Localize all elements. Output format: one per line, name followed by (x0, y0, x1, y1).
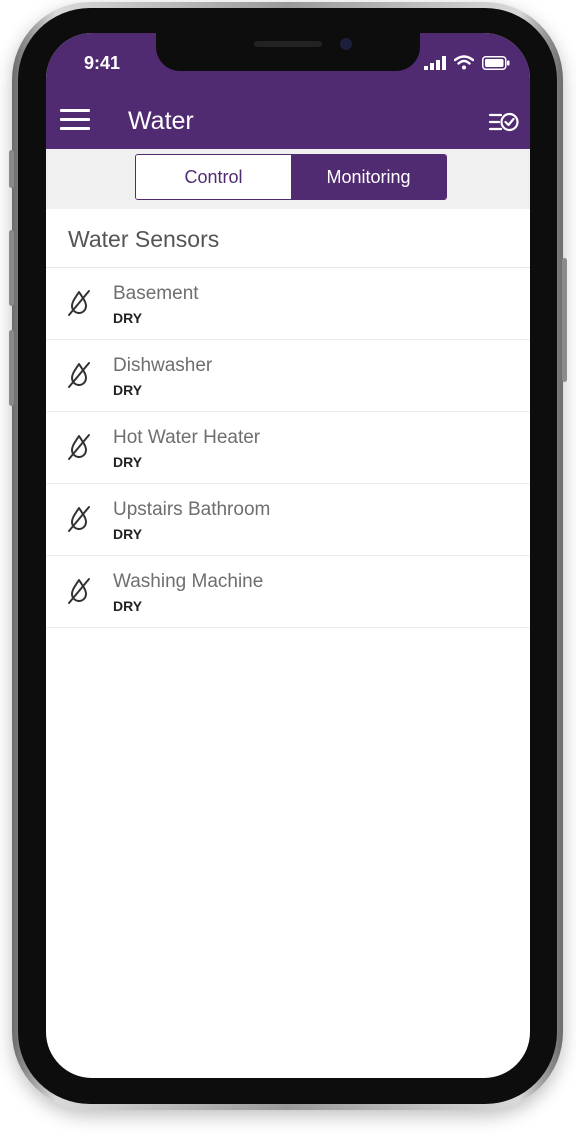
silent-switch (9, 150, 14, 188)
water-drop-off-icon (68, 578, 90, 604)
status-icons (424, 55, 510, 70)
volume-up-button (9, 230, 14, 306)
water-drop-off-icon (68, 290, 90, 316)
section-title: Water Sensors (68, 226, 220, 252)
hamburger-menu-icon[interactable] (60, 109, 90, 133)
segmented-control: Control Monitoring (135, 154, 447, 200)
signal-icon (424, 55, 446, 70)
notch-speaker (254, 41, 322, 47)
power-button (562, 258, 567, 382)
sensor-name: Washing Machine (113, 571, 264, 592)
water-drop-off-icon (68, 506, 90, 532)
tab-control[interactable]: Control (136, 155, 291, 199)
water-drop-off-icon (68, 362, 90, 388)
segment-area: Control Monitoring (46, 149, 530, 209)
status-time: 9:41 (84, 53, 121, 73)
sensor-list: Basement DRY Dishwasher DRY Hot Water He… (46, 268, 530, 628)
sensor-row-basement[interactable]: Basement DRY (46, 268, 530, 340)
sensor-name: Dishwasher (113, 355, 213, 376)
checklist-icon[interactable] (488, 107, 520, 137)
sensor-status: DRY (113, 526, 143, 542)
volume-down-button (9, 330, 14, 406)
page-title: Water (128, 107, 194, 135)
sensor-status: DRY (113, 310, 143, 326)
phone-screen: 9:41 Water Control Monitoring Water Sens… (46, 33, 530, 1078)
water-drop-off-icon (68, 434, 90, 460)
sensor-name: Upstairs Bathroom (113, 499, 271, 520)
sensor-status: DRY (113, 454, 143, 470)
sensor-row-washing-machine[interactable]: Washing Machine DRY (46, 556, 530, 628)
wifi-icon (454, 55, 474, 70)
sensor-row-hot-water-heater[interactable]: Hot Water Heater DRY (46, 412, 530, 484)
phone-notch (156, 33, 420, 71)
sensor-row-upstairs-bathroom[interactable]: Upstairs Bathroom DRY (46, 484, 530, 556)
app-bar: Water (46, 95, 530, 149)
sensor-status: DRY (113, 382, 143, 398)
battery-icon (482, 55, 510, 70)
sensor-status: DRY (113, 598, 143, 614)
sensor-name: Hot Water Heater (113, 427, 261, 448)
notch-camera (340, 38, 352, 50)
sensor-row-dishwasher[interactable]: Dishwasher DRY (46, 340, 530, 412)
sensor-name: Basement (113, 283, 199, 304)
tab-monitoring[interactable]: Monitoring (291, 155, 446, 199)
